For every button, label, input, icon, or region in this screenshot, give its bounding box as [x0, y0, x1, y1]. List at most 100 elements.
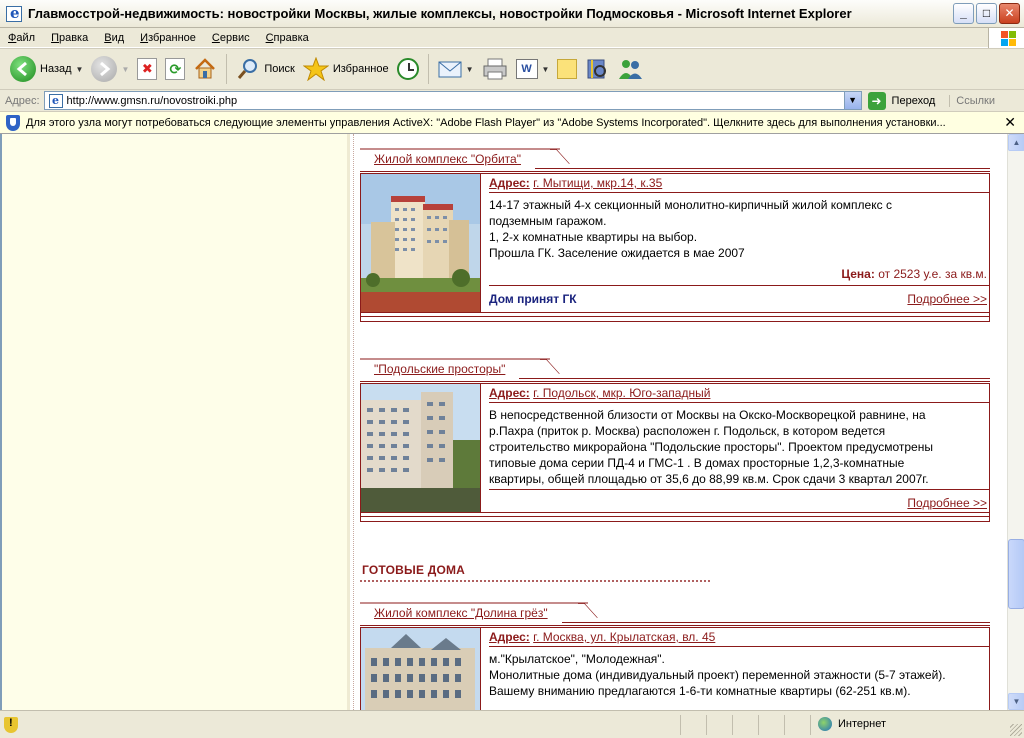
status-bar: Интернет	[0, 710, 1024, 738]
description-line: подземным гаражом.	[489, 214, 607, 228]
description-line: строительство микрорайона "Подольские пр…	[489, 440, 933, 454]
back-dropdown-icon[interactable]: ▼	[76, 65, 84, 74]
refresh-button[interactable]: ⟳	[161, 51, 189, 87]
menu-favorites[interactable]: Избранное	[132, 32, 204, 44]
listing-body: Адрес: г. Мытищи, мкр.14, к.35 14-17 эта…	[360, 174, 990, 312]
scrollbar-thumb[interactable]	[1008, 539, 1024, 609]
address-dropdown-icon[interactable]: ▼	[843, 92, 861, 109]
history-button[interactable]	[393, 51, 423, 87]
address-link[interactable]: г. Подольск, мкр. Юго-западный	[533, 386, 710, 400]
favorites-label: Избранное	[332, 63, 389, 75]
address-link[interactable]: г. Мытищи, мкр.14, к.35	[533, 176, 662, 190]
building-photo[interactable]	[361, 174, 481, 312]
listing-title-link[interactable]: Жилой комплекс "Орбита"	[374, 152, 521, 166]
listing-description: 14-17 этажный 4-х секционный монолитно-к…	[489, 193, 989, 261]
description-line: типовые дома серии ПД-4 и ГМС-1 . В дома…	[489, 456, 905, 470]
menu-help[interactable]: Справка	[258, 32, 317, 44]
print-button[interactable]	[478, 51, 512, 87]
address-caption: Адрес:	[489, 630, 530, 644]
status-divider	[758, 715, 759, 735]
messenger-button[interactable]	[613, 51, 647, 87]
mail-dropdown-icon[interactable]: ▼	[466, 65, 474, 74]
go-button[interactable]: ➜ Переход	[867, 91, 935, 110]
listing-dolina-grez: Жилой комплекс "Долина грёз" Адрес: г. М…	[360, 602, 990, 710]
listing-description: м."Крылатское", "Молодежная". Монолитные…	[489, 647, 989, 699]
listing-tab: Жилой комплекс "Долина грёз"	[360, 604, 562, 624]
menu-view[interactable]: Вид	[96, 32, 132, 44]
price-value: от 2523 у.е. за кв.м.	[878, 267, 987, 281]
status-divider	[810, 715, 811, 735]
scroll-up-icon[interactable]: ▲	[1008, 134, 1024, 151]
close-button[interactable]: ✕	[999, 3, 1020, 24]
tab-corner	[578, 603, 598, 619]
activex-info-bar[interactable]: Для этого узла могут потребоваться следу…	[0, 112, 1024, 134]
building-image	[361, 384, 480, 512]
listing-bottom-rule	[360, 312, 990, 322]
favorites-button[interactable]: Избранное	[299, 51, 393, 87]
listing-footer: Дом принят ГК Подробнее >>	[489, 286, 989, 312]
listing-info: Адрес: г. Москва, ул. Крылатская, вл. 45…	[481, 628, 989, 710]
more-link[interactable]: Подробнее >>	[907, 496, 987, 510]
search-icon	[238, 59, 258, 79]
description-line: Прошла ГК. Заселение ожидается в мае 200…	[489, 246, 745, 260]
minimize-button[interactable]: _	[953, 3, 974, 24]
listing-body: Адрес: г. Подольск, мкр. Юго-западный В …	[360, 384, 990, 512]
menu-edit[interactable]: Правка	[43, 32, 96, 44]
menu-bar: Файл Правка Вид Избранное Сервис Справка	[0, 28, 1024, 48]
search-button[interactable]: Поиск	[232, 51, 298, 87]
status-divider	[784, 715, 785, 735]
status-warning-shield-icon[interactable]	[4, 716, 18, 733]
window-titlebar[interactable]: Главмосстрой-недвижимость: новостройки М…	[0, 0, 1024, 28]
price-caption: Цена:	[841, 267, 875, 281]
left-column	[2, 134, 350, 710]
description-line: 1, 2-х комнатные квартиры на выбор.	[489, 230, 698, 244]
back-button[interactable]: Назад ▼	[6, 51, 87, 87]
info-bar-close-icon[interactable]: ✕	[1004, 114, 1016, 131]
status-divider	[680, 715, 681, 735]
listing-tab-row: Жилой комплекс "Долина грёз"	[360, 602, 990, 628]
research-icon	[587, 59, 607, 79]
home-button[interactable]	[189, 51, 221, 87]
shield-icon	[6, 114, 20, 131]
address-input[interactable]: e http://www.gmsn.ru/novostroiki.php ▼	[43, 91, 862, 110]
forward-dropdown-icon[interactable]: ▼	[121, 65, 129, 74]
discuss-button[interactable]	[553, 51, 581, 87]
stop-icon: ✖	[137, 58, 158, 80]
listing-title-link[interactable]: "Подольские просторы"	[374, 362, 505, 376]
research-button[interactable]	[581, 51, 613, 87]
listing-address: Адрес: г. Москва, ул. Крылатская, вл. 45	[489, 628, 989, 647]
search-label: Поиск	[264, 63, 295, 75]
mail-icon	[438, 61, 462, 78]
status-divider	[706, 715, 707, 735]
listing-price: Цена: от 2523 у.е. за кв.м.	[489, 261, 989, 286]
listings-content: Жилой комплекс "Орбита" Адрес: г. Мытищи…	[360, 134, 990, 710]
menu-tools[interactable]: Сервис	[204, 32, 258, 44]
address-url[interactable]: http://www.gmsn.ru/novostroiki.php	[67, 95, 238, 107]
vertical-scrollbar[interactable]: ▲ ▼	[1007, 134, 1024, 710]
menu-file[interactable]: Файл	[0, 32, 43, 44]
info-bar-text[interactable]: Для этого узла могут потребоваться следу…	[26, 117, 946, 129]
edit-dropdown-icon[interactable]: ▼	[542, 65, 550, 74]
description-line: р.Пахра (приток р. Москва) расположен г.…	[489, 424, 886, 438]
building-image	[361, 628, 480, 710]
listing-tab-row: "Подольские просторы"	[360, 358, 990, 384]
edit-button[interactable]: W ▼	[512, 51, 554, 87]
address-link[interactable]: г. Москва, ул. Крылатская, вл. 45	[533, 630, 715, 644]
resize-grip-icon[interactable]	[1010, 724, 1022, 736]
back-arrow-icon	[10, 56, 36, 82]
listing-podolsk: "Подольские просторы" Адрес: г. Подольск…	[360, 358, 990, 522]
listing-title-link[interactable]: Жилой комплекс "Долина грёз"	[374, 606, 548, 620]
building-photo[interactable]	[361, 384, 481, 512]
building-photo[interactable]	[361, 628, 481, 710]
listing-tab-row: Жилой комплекс "Орбита"	[360, 148, 990, 174]
mail-button[interactable]: ▼	[434, 51, 478, 87]
section-title-ready-homes: ГОТОВЫЕ ДОМА	[362, 563, 466, 577]
links-button[interactable]: Ссылки	[949, 94, 995, 107]
maximize-button[interactable]: □	[976, 3, 997, 24]
stop-button[interactable]: ✖	[133, 51, 161, 87]
forward-arrow-icon	[91, 56, 118, 82]
more-link[interactable]: Подробнее >>	[907, 292, 987, 306]
forward-button[interactable]: ▼	[87, 51, 133, 87]
word-edit-icon: W	[515, 59, 538, 79]
scroll-down-icon[interactable]: ▼	[1008, 693, 1024, 710]
